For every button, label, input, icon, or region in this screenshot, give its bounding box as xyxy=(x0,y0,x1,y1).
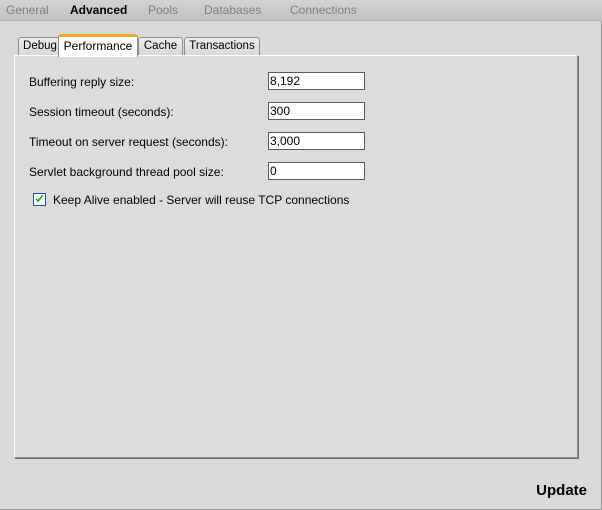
label-server-request-timeout: Timeout on server request (seconds): xyxy=(29,135,228,149)
input-buffering-reply-size[interactable] xyxy=(268,72,365,90)
nav-item-advanced[interactable]: Advanced xyxy=(70,2,127,18)
tab-debug[interactable]: Debug xyxy=(18,37,62,56)
label-buffering-reply-size: Buffering reply size: xyxy=(29,75,135,89)
nav-item-connections[interactable]: Connections xyxy=(290,2,357,18)
nav-item-general[interactable]: General xyxy=(6,2,49,18)
tab-cache[interactable]: Cache xyxy=(138,37,183,56)
primary-navigation-bar: General Advanced Pools Databases Connect… xyxy=(0,0,602,21)
update-button[interactable]: Update xyxy=(536,482,587,500)
tab-performance[interactable]: Performance xyxy=(58,34,138,57)
input-server-request-timeout[interactable] xyxy=(268,132,365,150)
settings-window: General Advanced Pools Databases Connect… xyxy=(0,0,602,510)
input-session-timeout[interactable] xyxy=(268,102,365,120)
checkbox-keep-alive[interactable] xyxy=(33,193,46,206)
nav-item-databases[interactable]: Databases xyxy=(204,2,261,18)
label-session-timeout: Session timeout (seconds): xyxy=(29,105,174,119)
nav-item-pools[interactable]: Pools xyxy=(148,2,178,18)
input-servlet-thread-pool-size[interactable] xyxy=(268,162,365,180)
label-servlet-thread-pool-size: Servlet background thread pool size: xyxy=(29,165,224,179)
label-keep-alive: Keep Alive enabled - Server will reuse T… xyxy=(53,193,350,207)
checkmark-icon xyxy=(35,195,44,203)
tab-transactions[interactable]: Transactions xyxy=(184,37,260,56)
performance-settings-panel: Buffering reply size: Session timeout (s… xyxy=(14,55,578,458)
